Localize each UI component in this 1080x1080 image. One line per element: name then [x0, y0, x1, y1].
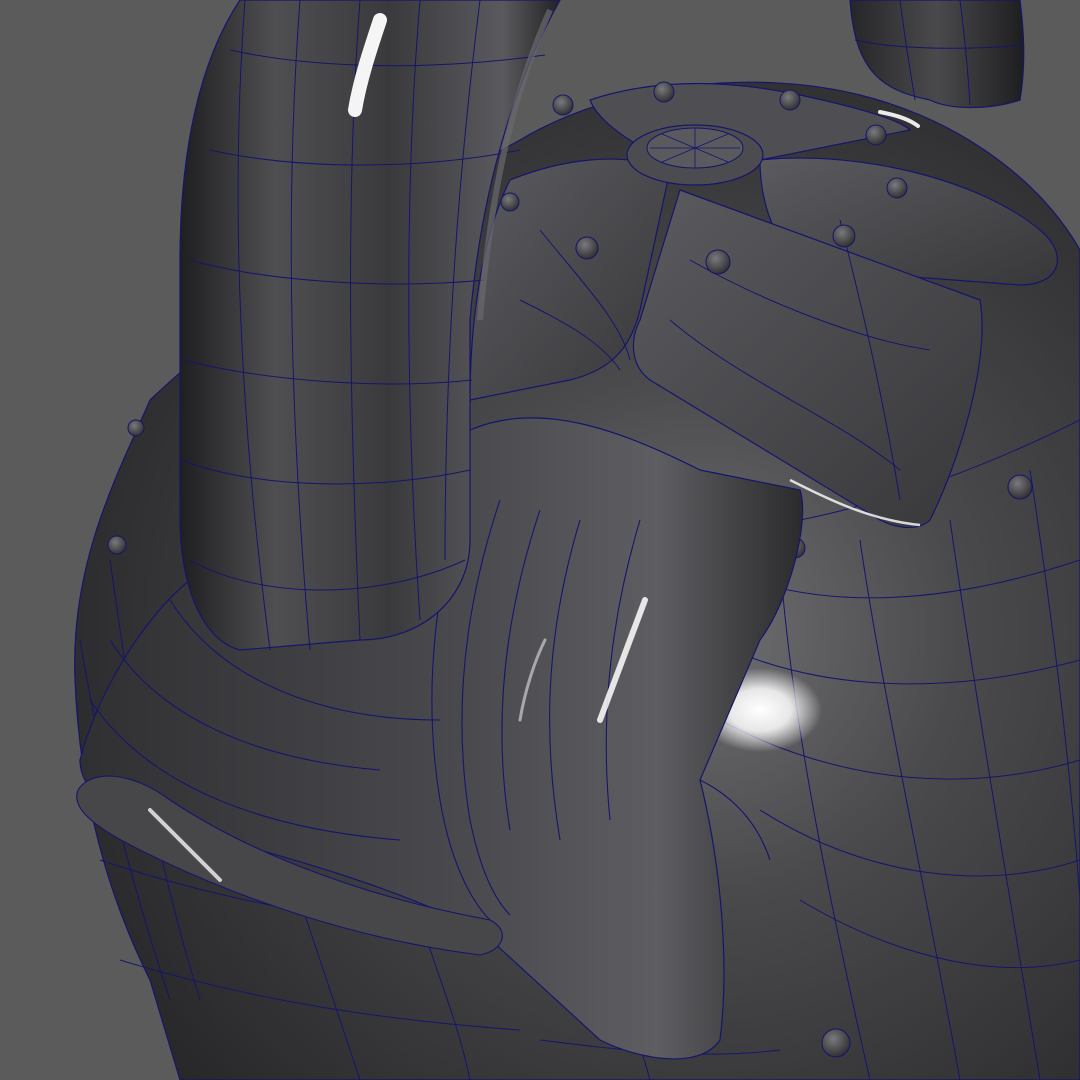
rivet	[1007, 474, 1033, 500]
rivet	[865, 124, 887, 146]
kettlebell-render[interactable]	[0, 0, 1080, 1080]
rivet	[127, 419, 145, 437]
rivet	[575, 236, 599, 260]
rivet	[107, 535, 127, 555]
rivet	[653, 81, 675, 103]
rivet	[779, 89, 801, 111]
rivet	[886, 177, 908, 199]
rivet	[552, 94, 574, 116]
3d-viewport[interactable]	[0, 0, 1080, 1080]
rivet	[500, 192, 520, 212]
rivet	[821, 1028, 851, 1058]
rivet	[832, 224, 856, 248]
rivet	[705, 249, 731, 275]
center-cap[interactable]	[626, 124, 764, 186]
